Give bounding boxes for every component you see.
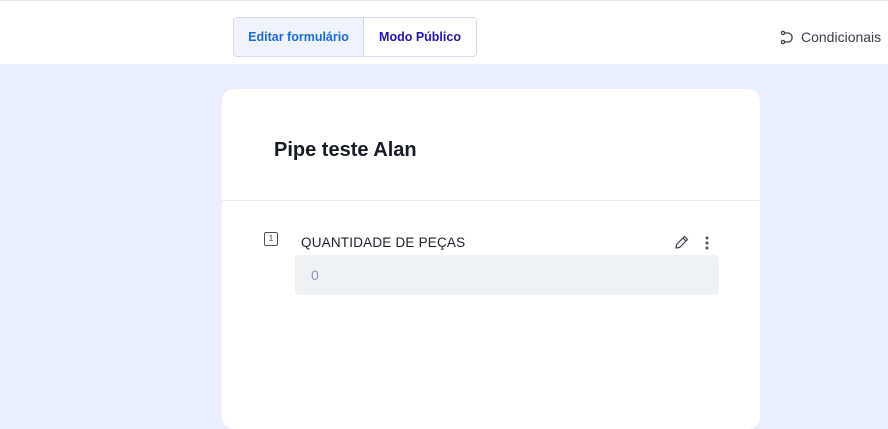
tab-public-mode[interactable]: Modo Público: [364, 18, 476, 56]
mode-toggle: Editar formulário Modo Público: [233, 17, 477, 57]
form-title: Pipe teste Alan: [274, 139, 417, 161]
tab-edit-form[interactable]: Editar formulário: [234, 18, 364, 56]
conditionals-icon: [780, 30, 795, 45]
quantity-input[interactable]: [295, 255, 719, 295]
field-label: QUANTIDADE DE PEÇAS: [301, 235, 466, 250]
divider: [222, 200, 760, 201]
conditionals-button[interactable]: Condicionais: [780, 26, 881, 48]
top-bar: Editar formulário Modo Público Condicion…: [0, 0, 888, 64]
field-number-icon: 1: [264, 232, 278, 246]
pencil-icon[interactable]: [674, 234, 692, 252]
conditionals-label: Condicionais: [801, 29, 882, 45]
more-vertical-icon[interactable]: [702, 234, 712, 252]
form-card: Pipe teste Alan 1 QUANTIDADE DE PEÇAS: [222, 89, 760, 429]
